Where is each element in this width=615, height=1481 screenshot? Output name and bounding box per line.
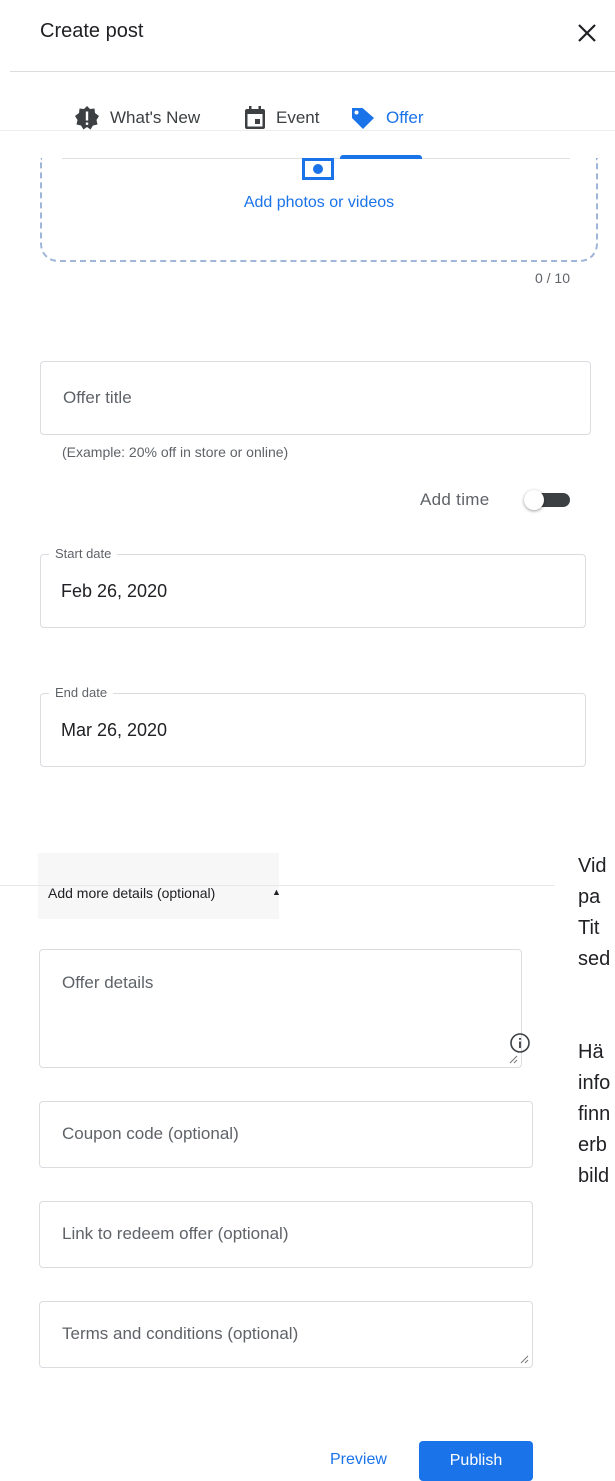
side-text-line: Hä (578, 1041, 604, 1063)
close-icon (578, 24, 596, 42)
resize-handle-icon[interactable] (519, 1354, 529, 1364)
alert-badge-icon (75, 106, 99, 130)
resize-handle-icon[interactable] (508, 1054, 518, 1064)
add-more-details-toggle[interactable]: Add more details (optional) ▲ (38, 853, 281, 919)
tab-label: What's New (110, 108, 201, 127)
coupon-code-field[interactable]: Coupon code (optional) (39, 1101, 533, 1168)
caret-up-icon: ▲ (272, 887, 281, 897)
terms-conditions-textarea[interactable]: Terms and conditions (optional) (39, 1301, 533, 1368)
preview-button[interactable]: Preview (330, 1444, 394, 1476)
toggle-thumb (524, 490, 544, 510)
side-text-line: finn (578, 1103, 611, 1125)
coupon-code-placeholder: Coupon code (optional) (62, 1124, 239, 1143)
publish-button[interactable]: Publish (419, 1441, 533, 1481)
offer-title-helper: (Example: 20% off in store or online) (62, 444, 289, 460)
offer-title-placeholder: Offer title (63, 388, 132, 407)
close-button[interactable] (570, 16, 604, 50)
side-text-line: Vid (578, 855, 607, 877)
tag-icon (352, 108, 374, 129)
side-text-line: info (578, 1072, 611, 1094)
start-date-label: Start date (49, 546, 118, 561)
redeem-link-field[interactable]: Link to redeem offer (optional) (39, 1201, 533, 1268)
side-text-line: erb (578, 1134, 607, 1156)
header-divider (10, 71, 615, 72)
offer-title-field[interactable]: Offer title (40, 361, 591, 435)
end-date-field[interactable]: End date Mar 26, 2020 (40, 685, 586, 767)
add-photos-link[interactable]: Add photos or videos (0, 194, 615, 212)
media-counter: 0 / 10 (534, 270, 570, 286)
offer-details-textarea[interactable]: Offer details (39, 949, 522, 1068)
info-icon[interactable] (509, 1032, 531, 1054)
dialog-title: Create post (40, 20, 144, 42)
add-time-label: Add time (420, 490, 490, 509)
side-text-line: Tit (578, 917, 600, 939)
camera-icon (302, 158, 334, 180)
side-text-line: pa (578, 886, 601, 908)
add-time-toggle[interactable] (524, 490, 572, 510)
details-toggle-label: Add more details (optional) (48, 885, 216, 901)
start-date-field[interactable]: Start date Feb 26, 2020 (40, 546, 586, 628)
tab-label: Event (276, 108, 320, 127)
scroll-divider (0, 130, 615, 131)
terms-conditions-placeholder: Terms and conditions (optional) (62, 1324, 299, 1343)
redeem-link-placeholder: Link to redeem offer (optional) (62, 1224, 289, 1243)
offer-details-placeholder: Offer details (62, 973, 154, 992)
end-date-label: End date (49, 685, 114, 700)
start-date-value: Feb 26, 2020 (61, 581, 168, 601)
tab-label: Offer (386, 108, 424, 127)
calendar-icon (245, 106, 265, 129)
end-date-value: Mar 26, 2020 (61, 720, 168, 740)
details-divider (0, 885, 555, 886)
side-text-line: sed (578, 948, 611, 970)
side-text-line: bild (578, 1165, 610, 1187)
